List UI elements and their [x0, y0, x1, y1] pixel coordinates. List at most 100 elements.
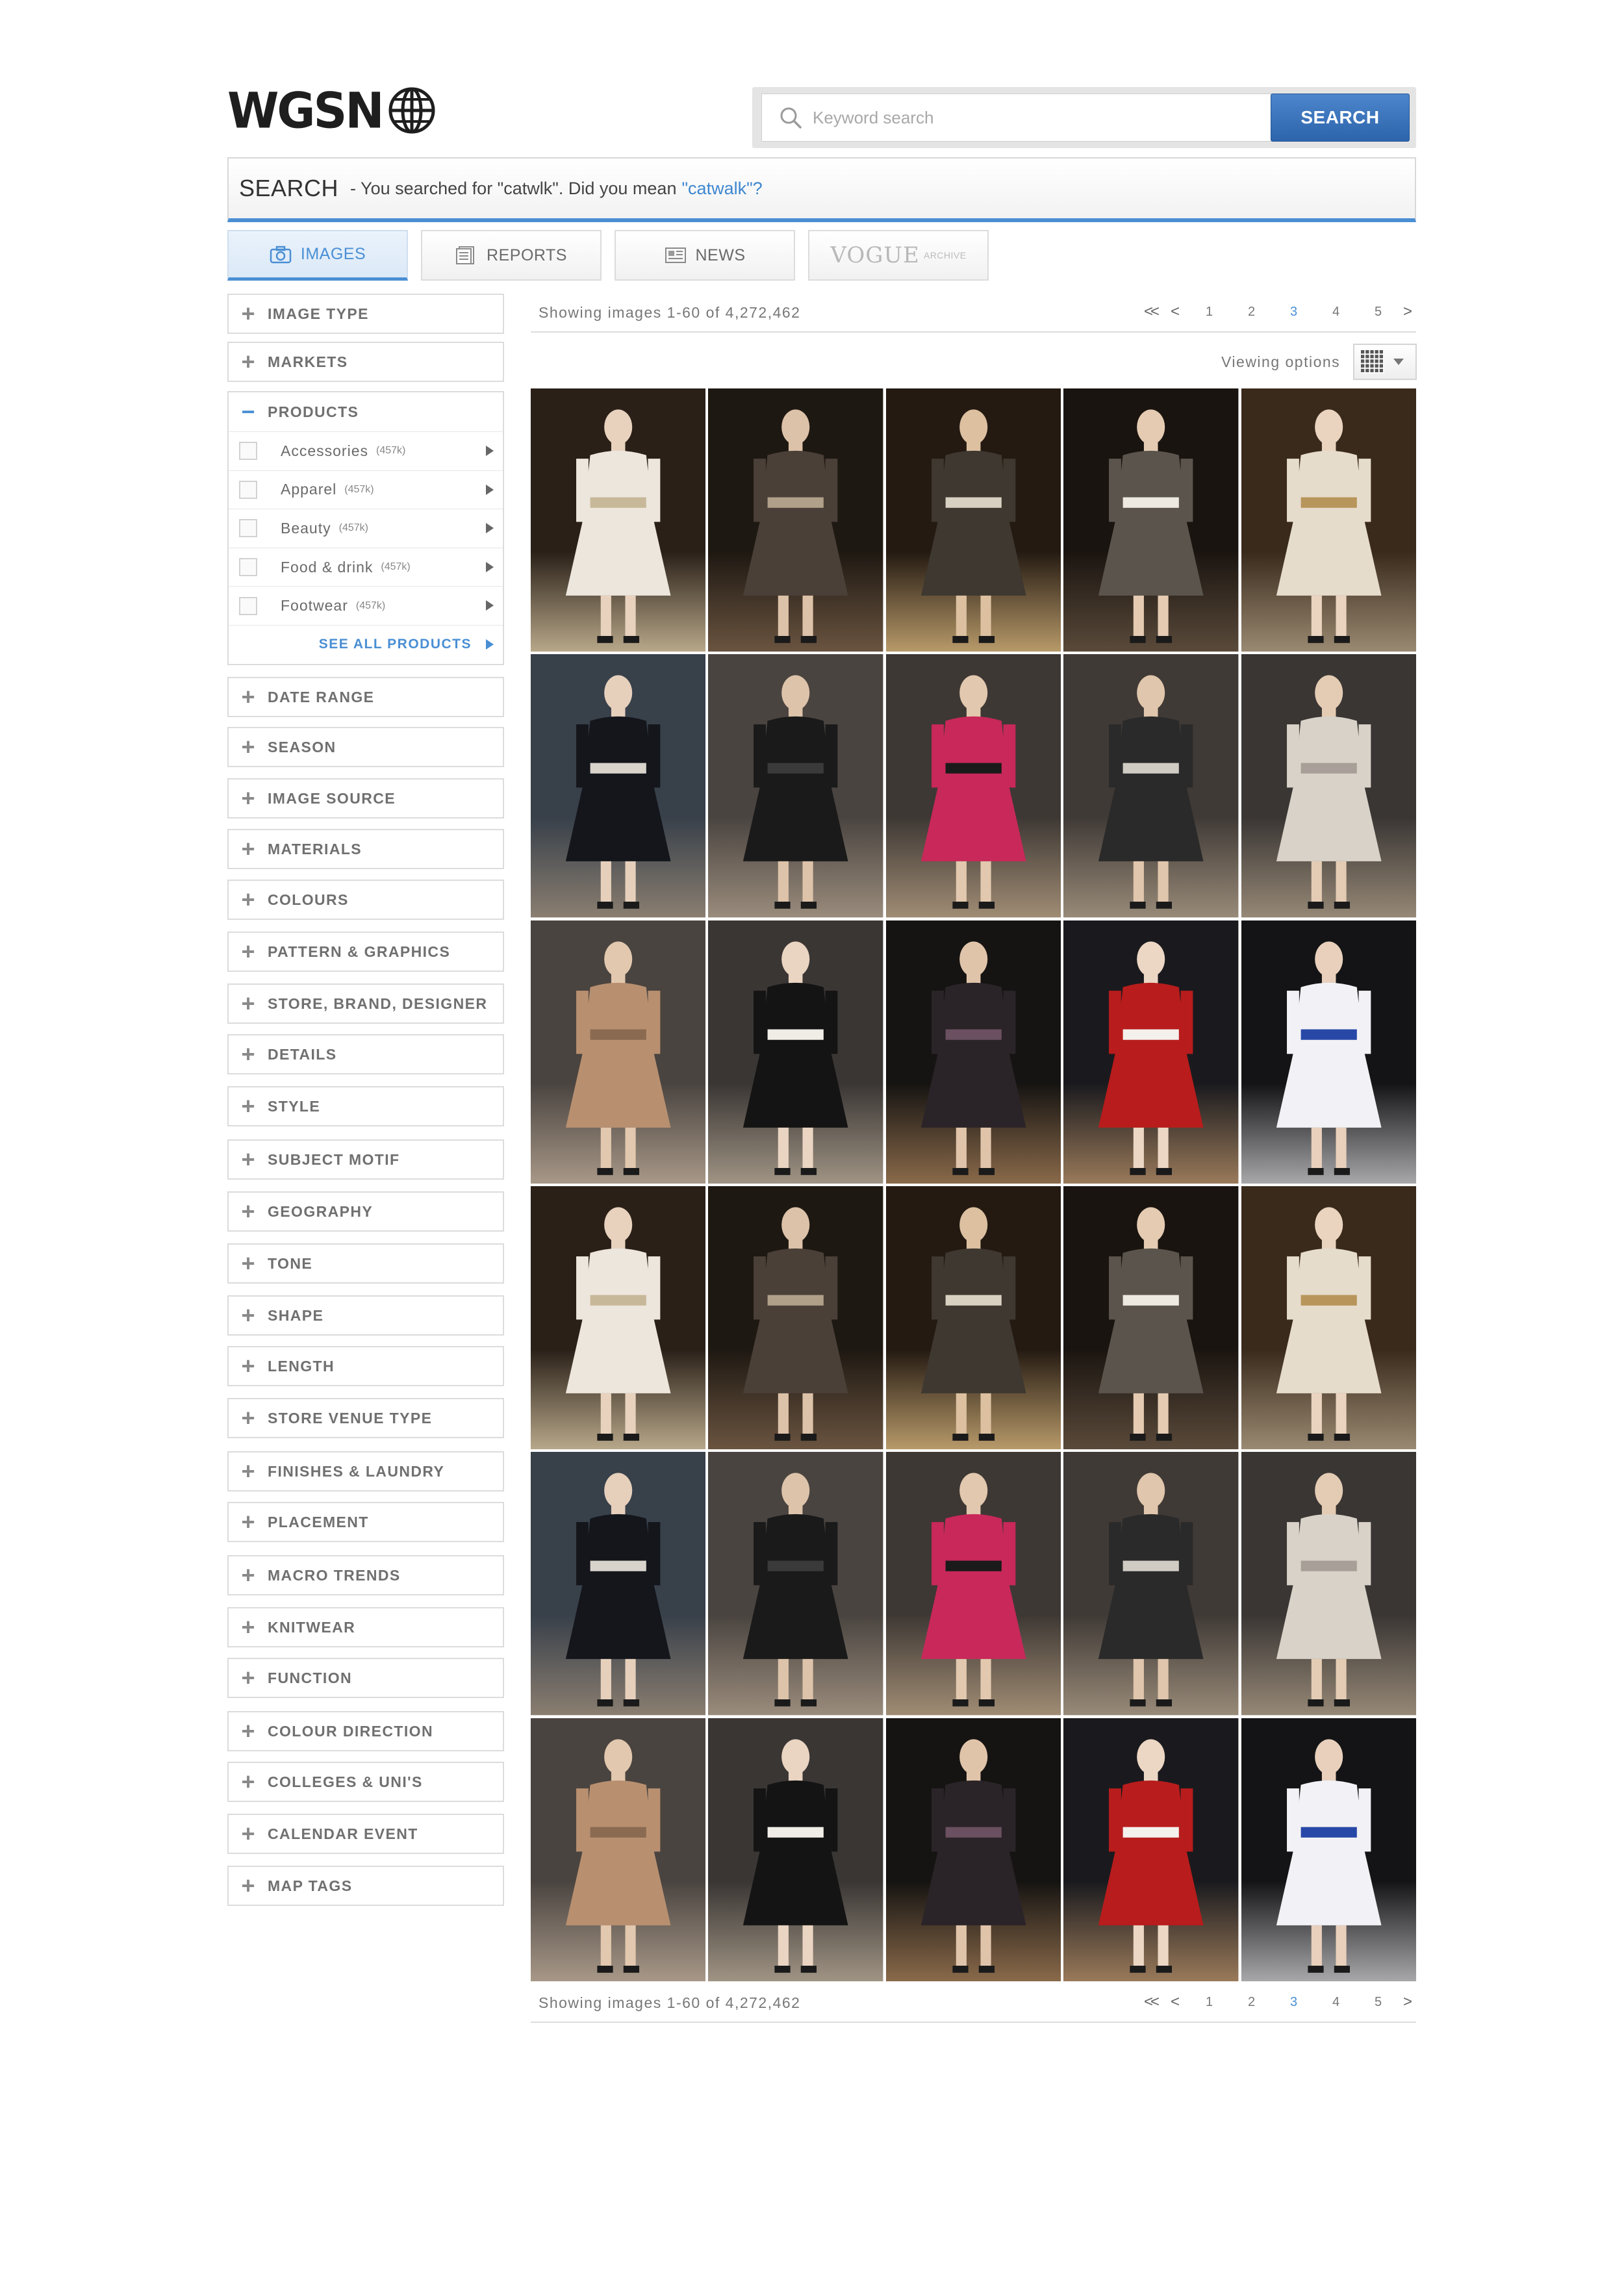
runway-photo: [1063, 920, 1239, 1184]
checkbox[interactable]: [239, 596, 257, 615]
runway-image[interactable]: [1241, 1718, 1416, 1981]
facet-details[interactable]: + DETAILS: [227, 1034, 504, 1074]
runway-image[interactable]: [531, 654, 706, 918]
expand-icon: +: [241, 1820, 255, 1847]
next-page-button[interactable]: >: [1399, 303, 1416, 321]
runway-image[interactable]: [885, 1452, 1061, 1716]
page-3-link[interactable]: 3: [1273, 1995, 1315, 2010]
spelling-suggestion-link[interactable]: "catwalk"?: [681, 179, 762, 199]
runway-image[interactable]: [708, 388, 883, 652]
runway-image[interactable]: [1241, 388, 1416, 652]
runway-image[interactable]: [885, 388, 1061, 652]
facet-style[interactable]: + STYLE: [227, 1086, 504, 1126]
facet-tone[interactable]: + TONE: [227, 1243, 504, 1284]
facet-placement[interactable]: + PLACEMENT: [227, 1502, 504, 1542]
facet-season[interactable]: + SEASON: [227, 727, 504, 767]
runway-image[interactable]: [885, 920, 1061, 1184]
checkbox[interactable]: [239, 442, 257, 461]
next-page-button[interactable]: >: [1399, 1993, 1416, 2011]
runway-image[interactable]: [1063, 1452, 1239, 1716]
runway-image[interactable]: [1241, 1452, 1416, 1716]
runway-image[interactable]: [708, 654, 883, 918]
facet-markets[interactable]: + MARKETS: [227, 342, 504, 382]
runway-image[interactable]: [1241, 1186, 1416, 1450]
facet-subject-motif[interactable]: + SUBJECT MOTIF: [227, 1139, 504, 1180]
product-option-accessories[interactable]: Accessories (457k): [229, 432, 503, 471]
facet-label: PLACEMENT: [268, 1513, 369, 1530]
tab-vogue-archive[interactable]: VOGUE ARCHIVE: [808, 230, 989, 281]
facet-pattern-graphics[interactable]: + PATTERN & GRAPHICS: [227, 932, 504, 972]
prev-page-button[interactable]: <: [1162, 1993, 1188, 2011]
runway-image[interactable]: [708, 1186, 883, 1450]
tab-reports[interactable]: REPORTS: [421, 230, 602, 281]
product-option-apparel[interactable]: Apparel (457k): [229, 471, 503, 510]
first-page-button[interactable]: <<: [1139, 303, 1162, 321]
page-3-link[interactable]: 3: [1273, 305, 1315, 320]
page-5-link[interactable]: 5: [1357, 1995, 1399, 2010]
facet-shape[interactable]: + SHAPE: [227, 1295, 504, 1336]
page-1-link[interactable]: 1: [1188, 305, 1230, 320]
runway-image[interactable]: [708, 1718, 883, 1981]
facet-image-type[interactable]: + IMAGE TYPE: [227, 294, 504, 334]
checkbox[interactable]: [239, 519, 257, 538]
facet-colour-direction[interactable]: + COLOUR DIRECTION: [227, 1711, 504, 1751]
caret-right-icon[interactable]: [486, 484, 494, 495]
runway-image[interactable]: [531, 920, 706, 1184]
tab-news[interactable]: NEWS: [615, 230, 795, 281]
facet-store-venue-type[interactable]: + STORE VENUE TYPE: [227, 1398, 504, 1438]
runway-image[interactable]: [531, 1186, 706, 1450]
facet-products[interactable]: − PRODUCTS: [227, 391, 504, 431]
product-option-food-drink[interactable]: Food & drink (457k): [229, 548, 503, 587]
runway-image[interactable]: [1063, 388, 1239, 652]
wgsn-logo[interactable]: WGSN: [227, 82, 436, 139]
facet-date-range[interactable]: + DATE RANGE: [227, 677, 504, 717]
facet-calendar-event[interactable]: + CALENDAR EVENT: [227, 1814, 504, 1854]
runway-image[interactable]: [1063, 654, 1239, 918]
facet-length[interactable]: + LENGTH: [227, 1346, 504, 1386]
runway-image[interactable]: [1063, 1718, 1239, 1981]
facet-knitwear[interactable]: + KNITWEAR: [227, 1607, 504, 1647]
facet-function[interactable]: + FUNCTION: [227, 1658, 504, 1698]
caret-right-icon[interactable]: [486, 561, 494, 572]
product-option-footwear[interactable]: Footwear (457k): [229, 587, 503, 626]
first-page-button[interactable]: <<: [1139, 1993, 1162, 2011]
runway-image[interactable]: [708, 920, 883, 1184]
runway-image[interactable]: [531, 1718, 706, 1981]
see-all-products-link[interactable]: SEE ALL PRODUCTS: [229, 626, 503, 664]
checkbox[interactable]: [239, 480, 257, 499]
caret-right-icon[interactable]: [486, 523, 494, 534]
runway-image[interactable]: [708, 1452, 883, 1716]
facet-map-tags[interactable]: + MAP TAGS: [227, 1866, 504, 1906]
tab-images[interactable]: IMAGES: [227, 230, 408, 281]
runway-image[interactable]: [1241, 920, 1416, 1184]
facet-macro-trends[interactable]: + MACRO TRENDS: [227, 1555, 504, 1595]
facet-materials[interactable]: + MATERIALS: [227, 829, 504, 869]
runway-image[interactable]: [1241, 654, 1416, 918]
facet-finishes-laundry[interactable]: + FINISHES & LAUNDRY: [227, 1451, 504, 1491]
runway-image[interactable]: [885, 654, 1061, 918]
runway-image[interactable]: [531, 1452, 706, 1716]
facet-image-source[interactable]: + IMAGE SOURCE: [227, 778, 504, 818]
runway-image[interactable]: [1063, 1186, 1239, 1450]
caret-right-icon[interactable]: [486, 600, 494, 611]
facet-colleges-uni-s[interactable]: + COLLEGES & UNI'S: [227, 1762, 504, 1802]
viewing-options-dropdown[interactable]: [1353, 344, 1417, 380]
page-1-link[interactable]: 1: [1188, 1995, 1230, 2010]
prev-page-button[interactable]: <: [1162, 303, 1188, 321]
page-4-link[interactable]: 4: [1315, 1995, 1357, 2010]
facet-colours[interactable]: + COLOURS: [227, 880, 504, 920]
facet-store-brand-designer[interactable]: + STORE, BRAND, DESIGNER: [227, 983, 504, 1024]
product-option-beauty[interactable]: Beauty (457k): [229, 509, 503, 548]
page-2-link[interactable]: 2: [1230, 305, 1273, 320]
runway-image[interactable]: [885, 1718, 1061, 1981]
checkbox[interactable]: [239, 558, 257, 577]
runway-image[interactable]: [531, 388, 706, 652]
runway-image[interactable]: [1063, 920, 1239, 1184]
runway-image[interactable]: [885, 1186, 1061, 1450]
facet-geography[interactable]: + GEOGRAPHY: [227, 1191, 504, 1232]
caret-right-icon[interactable]: [486, 446, 494, 456]
page-5-link[interactable]: 5: [1357, 305, 1399, 320]
page-2-link[interactable]: 2: [1230, 1995, 1273, 2010]
search-button[interactable]: SEARCH: [1271, 94, 1410, 142]
page-4-link[interactable]: 4: [1315, 305, 1357, 320]
